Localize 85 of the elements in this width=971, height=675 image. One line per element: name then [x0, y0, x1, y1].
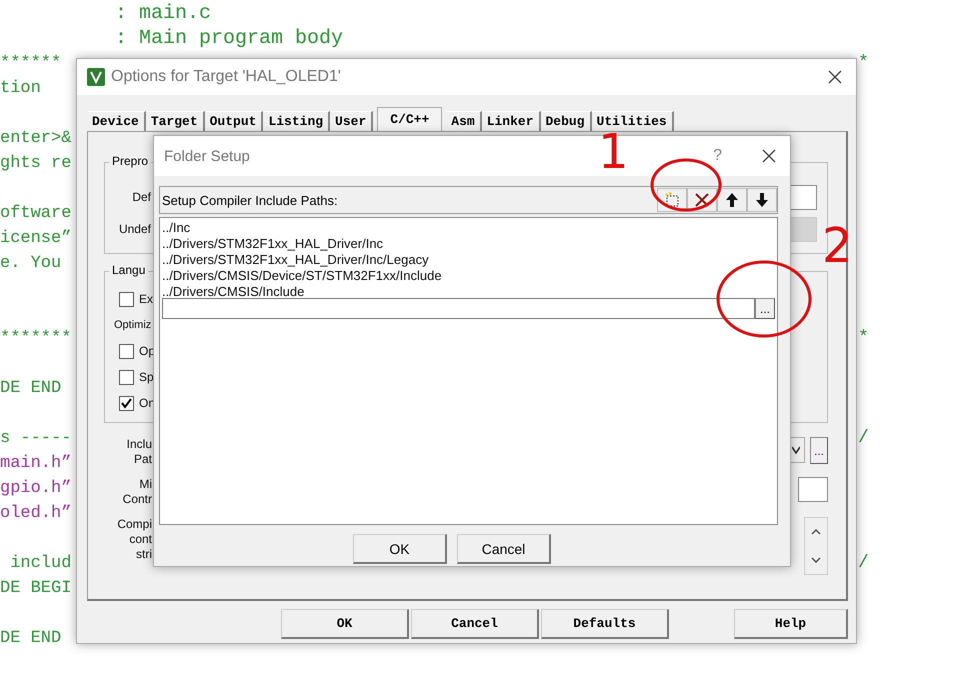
code-text: tion: [0, 79, 41, 98]
code-text: DE END: [0, 379, 62, 398]
dashed-box-icon: [664, 192, 680, 208]
toolbar-button[interactable]: [747, 188, 777, 212]
dialog-button[interactable]: OK: [353, 534, 447, 564]
code-text: /: [858, 427, 870, 450]
field-label: Pat: [134, 452, 152, 467]
option-label: Optimiz: [114, 319, 152, 331]
code-text: oled.h”: [0, 504, 72, 523]
group-title: Langu: [109, 263, 148, 277]
dialog-button[interactable]: Defaults: [541, 609, 669, 639]
delete-icon: [694, 192, 710, 208]
dialog-button[interactable]: Cancel: [457, 534, 551, 564]
caret-icon: [792, 446, 800, 454]
checkbox[interactable]: [119, 370, 134, 384]
list-item[interactable]: ../Drivers/STM32F1xx_HAL_Driver/Inc/Legacy: [162, 252, 775, 268]
annotation-circle: [650, 158, 722, 212]
group-title: Prepro: [109, 154, 152, 168]
field-label: Inclu: [126, 437, 152, 452]
field-label: Mi: [139, 477, 152, 492]
tab[interactable]: C/C++: [377, 107, 442, 131]
close-icon: [762, 149, 776, 163]
code-text: *******: [0, 329, 72, 348]
dialog-button[interactable]: Help: [734, 609, 848, 639]
field-label: Undef: [118, 222, 151, 236]
code-text: enter>&: [0, 129, 72, 148]
field-label: Contr: [122, 492, 152, 507]
tab[interactable]: Debug: [540, 111, 592, 131]
check-icon: [121, 398, 132, 408]
code-text: DE BEGI: [0, 579, 72, 598]
code-text: gpio.h”: [0, 479, 72, 498]
window-title: Options for Target 'HAL_OLED1': [111, 68, 342, 86]
code-text: ghts re: [0, 154, 72, 173]
window-title: Folder Setup: [164, 148, 251, 164]
code-text: e. You: [0, 254, 62, 273]
tab[interactable]: Output: [204, 111, 264, 131]
code-text: : main.c: [115, 2, 212, 25]
checkbox[interactable]: [119, 344, 134, 358]
code-text: *: [858, 327, 870, 350]
code-text: *: [858, 52, 870, 75]
browse-button[interactable]: ...: [810, 437, 828, 464]
up-arrow-icon: [724, 192, 740, 208]
code-text: main.h”: [0, 454, 72, 473]
field-label: cont: [129, 532, 152, 547]
list-item[interactable]: ../Drivers/STM32F1xx_HAL_Driver/Inc: [162, 236, 775, 252]
scroll-up-icon: [811, 529, 821, 535]
code-text: DE END: [0, 629, 62, 648]
down-arrow-icon: [754, 192, 770, 208]
close-icon: [828, 70, 842, 84]
code-text: icense”: [0, 229, 72, 248]
field-label: Def: [131, 190, 151, 204]
help-button[interactable]: ?: [707, 146, 728, 166]
annotation-number: 2: [822, 222, 853, 270]
list-item[interactable]: ../Drivers/CMSIS/Device/ST/STM32F1xx/Include: [162, 268, 775, 284]
tab[interactable]: Target: [146, 111, 205, 131]
tab[interactable]: Linker: [482, 111, 540, 131]
checkbox-label: Sp: [139, 370, 154, 384]
tab[interactable]: Utilities: [592, 111, 674, 131]
checkbox[interactable]: [119, 292, 134, 306]
field-label: Compi: [117, 517, 152, 532]
checkbox-label: Ex: [139, 292, 154, 306]
checkbox[interactable]: [119, 396, 134, 410]
code-text: oftware: [0, 204, 72, 223]
dialog-button[interactable]: OK: [281, 609, 409, 639]
input-field[interactable]: [798, 477, 828, 502]
tab[interactable]: Device: [87, 111, 146, 131]
list-header-label: Setup Compiler Include Paths:: [162, 192, 338, 208]
app-icon: [87, 68, 105, 86]
toolbar-button[interactable]: [717, 188, 747, 212]
code-text: s -----: [0, 429, 72, 448]
browse-button[interactable]: ...: [754, 298, 775, 319]
dialog-button[interactable]: Cancel: [411, 609, 539, 639]
tab[interactable]: Asm: [446, 111, 482, 131]
code-text: includ: [9, 554, 72, 573]
input-field[interactable]: [162, 298, 755, 319]
code-text: : Main program body: [115, 27, 344, 50]
tab[interactable]: Listing: [263, 111, 330, 131]
field-label: stri: [136, 547, 152, 562]
code-text: /: [858, 552, 870, 575]
scroll-down-icon: [811, 557, 821, 563]
tab[interactable]: User: [330, 111, 374, 131]
code-text: ******: [0, 54, 62, 73]
list-item[interactable]: ../Drivers/CMSIS/Include: [162, 284, 775, 300]
annotation-number: 1: [598, 128, 629, 176]
list-item[interactable]: ../Inc: [162, 220, 775, 236]
